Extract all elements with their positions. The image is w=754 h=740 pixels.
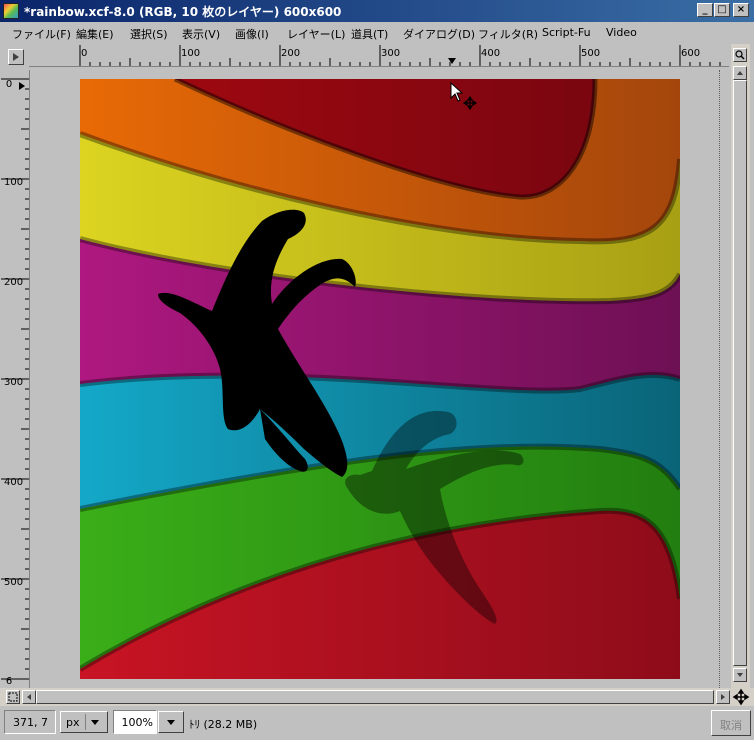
play-arrow-icon xyxy=(13,53,19,61)
unit-select[interactable]: px xyxy=(60,711,108,733)
h-ruler-label-600: 600 xyxy=(681,48,701,59)
magnifier-icon xyxy=(735,50,745,60)
navigate-button[interactable] xyxy=(732,688,750,706)
horizontal-scrollbar[interactable] xyxy=(0,688,754,706)
close-button[interactable]: × xyxy=(733,3,749,17)
v-ruler-label-600: 6 xyxy=(5,676,13,687)
horizontal-ruler-ticks xyxy=(79,45,721,66)
menu-dialogs[interactable]: ダイアログ(D) xyxy=(403,26,475,42)
canvas-guide-line xyxy=(719,70,720,688)
cancel-label: 取消 xyxy=(720,719,742,732)
h-ruler-label-500: 500 xyxy=(581,48,601,59)
v-ruler-label-400: 400 xyxy=(4,477,24,488)
vertical-ruler[interactable]: 0 100 200 300 400 500 6 xyxy=(0,70,30,688)
arrow-up-icon xyxy=(737,71,743,75)
zoom-select-button[interactable] xyxy=(158,711,184,733)
image-info-text: ﾄﾘ (28.2 MB) xyxy=(189,718,258,731)
zoom-field[interactable]: 100% xyxy=(113,710,157,734)
quick-mask-toggle[interactable] xyxy=(6,690,20,704)
h-ruler-label-200: 200 xyxy=(281,48,301,59)
chevron-down-icon xyxy=(91,720,99,725)
image-menu-button[interactable] xyxy=(8,49,24,65)
scroll-left-button[interactable] xyxy=(22,690,36,704)
menu-tools[interactable]: 道具(T) xyxy=(351,26,388,42)
menu-filters[interactable]: フィルタ(R) xyxy=(478,26,538,42)
unit-value: px xyxy=(66,716,80,729)
horizontal-ruler[interactable]: 0 100 200 300 400 500 600 xyxy=(29,44,729,67)
h-ruler-label-400: 400 xyxy=(481,48,501,59)
scroll-right-button[interactable] xyxy=(716,690,730,704)
menu-view[interactable]: 表示(V) xyxy=(182,26,220,42)
horizontal-scroll-thumb[interactable] xyxy=(36,690,714,704)
menu-bar: ファイル(F) 編集(E) 選択(S) 表示(V) 画像(I) レイヤー(L) … xyxy=(0,22,754,44)
minimize-button[interactable]: _ xyxy=(697,3,713,17)
scroll-down-button[interactable] xyxy=(733,668,747,682)
vertical-scroll-thumb[interactable] xyxy=(733,80,747,666)
rainbow-image[interactable] xyxy=(80,79,680,679)
vertical-scrollbar[interactable] xyxy=(731,44,750,688)
window-title: *rainbow.xcf-8.0 (RGB, 10 枚のレイヤー) 600x60… xyxy=(24,5,342,19)
menu-image[interactable]: 画像(I) xyxy=(235,26,269,42)
scroll-up-button[interactable] xyxy=(733,66,747,80)
v-ruler-label-100: 100 xyxy=(4,177,24,188)
menu-file[interactable]: ファイル(F) xyxy=(12,26,71,42)
v-ruler-label-500: 500 xyxy=(4,577,24,588)
h-ruler-label-0: 0 xyxy=(81,48,88,59)
v-ruler-label-300: 300 xyxy=(4,377,24,388)
arrow-right-icon xyxy=(721,694,725,700)
ruler-position-marker xyxy=(448,58,456,64)
zoom-toggle-button[interactable] xyxy=(733,48,747,62)
maximize-button[interactable]: □ xyxy=(714,3,730,17)
menu-edit[interactable]: 編集(E) xyxy=(76,26,114,42)
status-bar: 371, 7 px 100% ﾄﾘ (28.2 MB) 取消 xyxy=(0,706,754,740)
v-ruler-label-200: 200 xyxy=(4,277,24,288)
quick-mask-icon xyxy=(8,692,18,702)
v-ruler-position-marker xyxy=(19,82,25,90)
zoom-value: 100% xyxy=(121,716,153,729)
menu-layer[interactable]: レイヤー(L) xyxy=(287,26,345,42)
h-ruler-label-300: 300 xyxy=(381,48,401,59)
mouse-pointer-icon xyxy=(450,82,478,111)
cancel-button[interactable]: 取消 xyxy=(711,710,751,736)
v-ruler-label-0: 0 xyxy=(5,79,13,90)
arrow-down-icon xyxy=(737,673,743,677)
pointer-coordinates: 371, 7 xyxy=(4,710,56,734)
menu-script-fu[interactable]: Script-Fu xyxy=(542,26,591,39)
arrow-left-icon xyxy=(27,694,31,700)
gimp-app-icon[interactable] xyxy=(3,3,19,19)
h-ruler-label-100: 100 xyxy=(181,48,201,59)
menu-video[interactable]: Video xyxy=(606,26,637,39)
title-bar: *rainbow.xcf-8.0 (RGB, 10 枚のレイヤー) 600x60… xyxy=(0,0,754,22)
menu-select[interactable]: 選択(S) xyxy=(130,26,168,42)
coordinates-text: 371, 7 xyxy=(13,716,48,729)
navigate-cross-icon xyxy=(732,688,750,706)
chevron-down-icon xyxy=(167,720,175,725)
